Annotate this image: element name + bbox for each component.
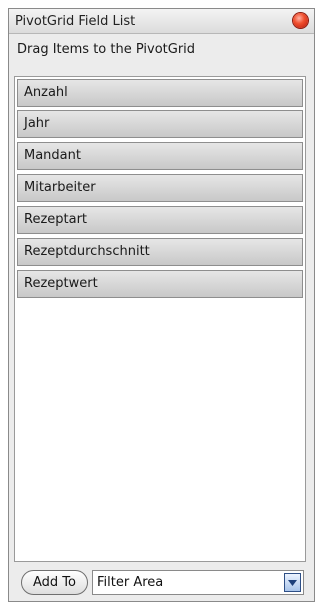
drag-hint: Drag Items to the PivotGrid bbox=[17, 42, 196, 57]
field-list[interactable]: Anzahl Jahr Mandant Mitarbeiter Rezeptar… bbox=[14, 76, 306, 562]
field-item-jahr[interactable]: Jahr bbox=[17, 110, 303, 138]
field-item-mitarbeiter[interactable]: Mitarbeiter bbox=[17, 174, 303, 202]
add-to-button[interactable]: Add To bbox=[21, 570, 88, 595]
field-item-rezeptart[interactable]: Rezeptart bbox=[17, 206, 303, 234]
close-icon[interactable] bbox=[293, 13, 308, 28]
title-bar[interactable]: PivotGrid Field List bbox=[9, 9, 314, 34]
window-title: PivotGrid Field List bbox=[15, 14, 136, 29]
area-select[interactable]: Filter Area bbox=[92, 570, 304, 595]
field-item-rezeptdurchschnitt[interactable]: Rezeptdurchschnitt bbox=[17, 238, 303, 266]
field-item-anzahl[interactable]: Anzahl bbox=[17, 79, 303, 107]
dropdown-arrow-icon[interactable] bbox=[284, 573, 301, 592]
area-select-value: Filter Area bbox=[97, 575, 164, 590]
field-item-mandant[interactable]: Mandant bbox=[17, 142, 303, 170]
chevron-down-icon bbox=[288, 580, 297, 586]
field-item-rezeptwert[interactable]: Rezeptwert bbox=[17, 270, 303, 298]
